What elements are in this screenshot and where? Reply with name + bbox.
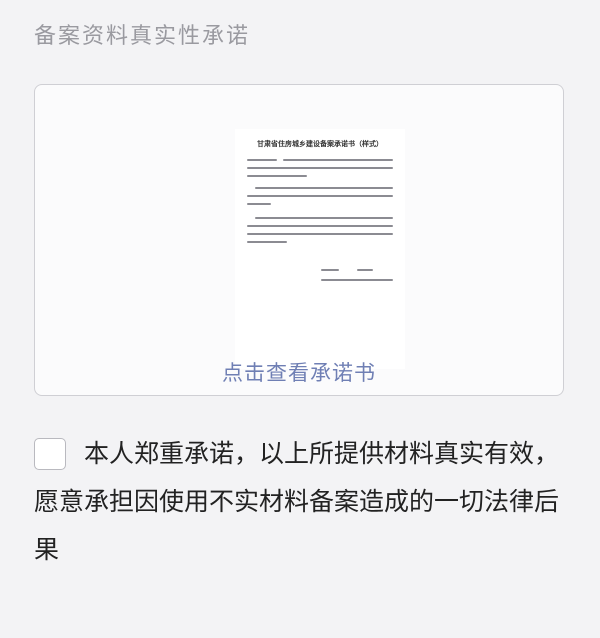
pledge-text: 本人郑重承诺，以上所提供材料真实有效，愿意承担因使用不实材料备案造成的一切法律后… (34, 439, 560, 564)
doc-text-line (357, 269, 373, 271)
doc-text-line (247, 203, 271, 205)
doc-text-line (247, 195, 393, 197)
doc-text-line (247, 175, 307, 177)
section-title: 备案资料真实性承诺 (34, 24, 251, 49)
doc-text-line (247, 159, 277, 161)
doc-text-line (321, 279, 393, 281)
document-heading: 甘肃省住房城乡建设备案承诺书（样式） (257, 140, 383, 148)
doc-text-line (247, 225, 393, 227)
doc-text-line (247, 241, 287, 243)
pledge-document-thumbnail[interactable]: 甘肃省住房城乡建设备案承诺书（样式） (235, 129, 405, 369)
doc-text-line (255, 217, 393, 219)
view-pledge-link[interactable]: 点击查看承诺书 (35, 357, 563, 387)
pledge-checkbox[interactable] (34, 438, 66, 470)
pledge-document-card[interactable]: 甘肃省住房城乡建设备案承诺书（样式） 点击查看承诺书 (34, 84, 564, 396)
doc-text-line (321, 269, 339, 271)
pledge-agreement: 本人郑重承诺，以上所提供材料真实有效，愿意承担因使用不实材料备案造成的一切法律后… (34, 430, 564, 630)
doc-text-line (247, 233, 393, 235)
doc-text-line (283, 159, 393, 161)
doc-text-line (247, 167, 393, 169)
doc-text-line (255, 187, 393, 189)
